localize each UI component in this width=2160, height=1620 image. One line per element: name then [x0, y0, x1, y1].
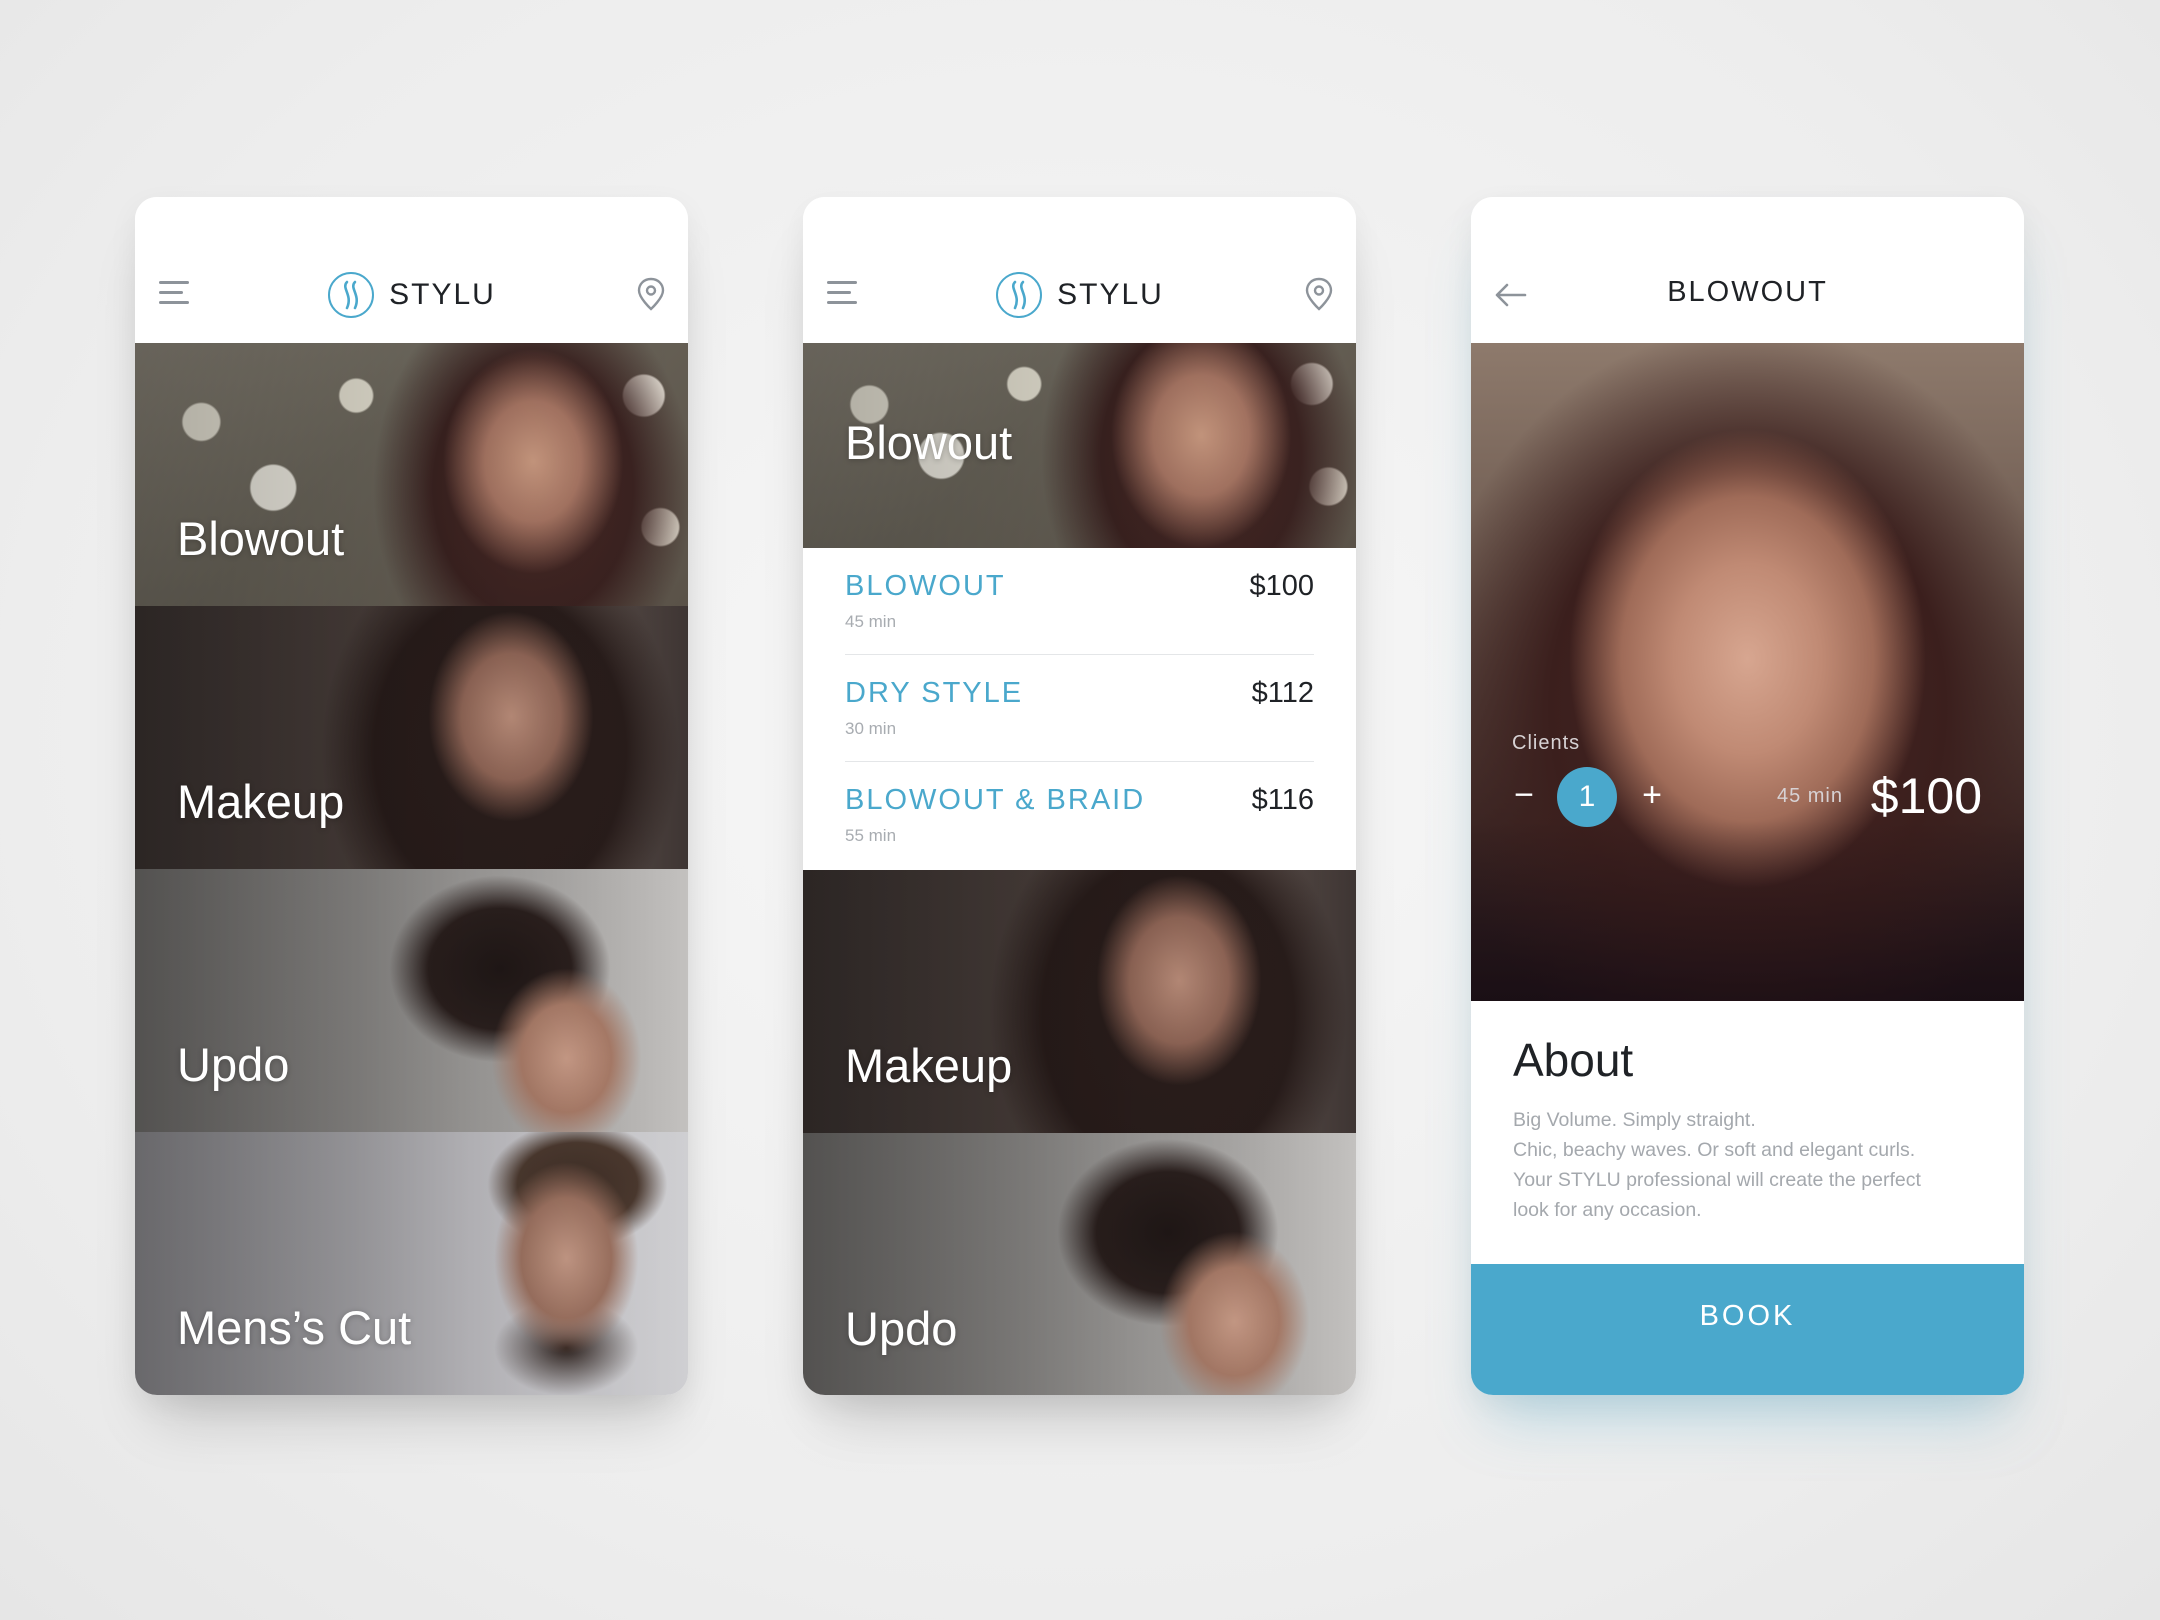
service-item-blowout[interactable]: BLOWOUT 45 min $100	[845, 548, 1314, 655]
app-header: STYLU	[135, 197, 688, 343]
about-line: Your STYLU professional will create the …	[1513, 1169, 1921, 1191]
about-line: Chic, beachy waves. Or soft and elegant …	[1513, 1139, 1916, 1161]
brand: STYLU	[803, 271, 1356, 321]
decrease-clients-button[interactable]: −	[1509, 778, 1539, 812]
category-label: Updo	[845, 1302, 958, 1355]
stylu-logo-icon	[328, 272, 375, 318]
service-name: DRY STYLE	[845, 677, 1024, 709]
home-screen: STYLU Blowout Makeup Updo Mens’s Cut	[135, 197, 688, 1395]
service-duration: 30 min	[845, 719, 897, 738]
increase-clients-button[interactable]: +	[1637, 778, 1667, 812]
category-label: Updo	[177, 1038, 290, 1091]
brand-name: STYLU	[389, 278, 496, 311]
service-item-dry-style[interactable]: DRY STYLE 30 min $112	[845, 655, 1314, 762]
category-tile-blowout[interactable]: Blowout	[135, 343, 688, 606]
client-count-badge: 1	[1557, 767, 1617, 827]
service-list: BLOWOUT 45 min $100 DRY STYLE 30 min $11…	[803, 548, 1356, 870]
category-tile-updo[interactable]: Updo	[135, 869, 688, 1132]
clients-label: Clients	[1512, 732, 1581, 754]
page-title: BLOWOUT	[1667, 276, 1828, 308]
hero-image	[1471, 343, 2024, 1001]
service-detail-screen: BLOWOUT Clients − 1 + 45 min $100 About …	[1471, 197, 2024, 1395]
category-tile-updo[interactable]: Updo	[803, 1133, 1356, 1395]
service-duration: 45 min	[845, 612, 897, 631]
service-duration: 55 min	[845, 826, 897, 845]
service-price: $112	[1251, 677, 1314, 709]
service-price: $100	[1249, 570, 1314, 602]
category-expanded-screen: STYLU Blowout BLOWOUT 45 min $100 DRY ST…	[803, 197, 1356, 1395]
category-label: Makeup	[845, 1039, 1013, 1092]
category-tile-makeup[interactable]: Makeup	[803, 870, 1356, 1133]
location-pin-icon[interactable]	[1304, 277, 1334, 311]
service-name: BLOWOUT	[845, 570, 1006, 602]
stylu-logo-icon	[996, 272, 1043, 318]
location-pin-icon[interactable]	[636, 277, 666, 311]
category-tile-mens-cut[interactable]: Mens’s Cut	[135, 1132, 688, 1395]
category-label: Mens’s Cut	[177, 1301, 412, 1354]
about-heading: About	[1513, 1034, 1634, 1086]
brand: STYLU	[135, 271, 688, 321]
category-tile-blowout[interactable]: Blowout	[803, 343, 1356, 548]
service-name: BLOWOUT & BRAID	[845, 784, 1146, 816]
service-price: $116	[1251, 784, 1314, 816]
category-label: Blowout	[845, 416, 1013, 469]
app-header: STYLU	[803, 197, 1356, 343]
about-line: look for any occasion.	[1513, 1199, 1702, 1221]
service-duration: 45 min	[1776, 785, 1843, 807]
detail-header: BLOWOUT	[1471, 197, 2024, 343]
service-item-blowout-braid[interactable]: BLOWOUT & BRAID 55 min $116	[845, 762, 1314, 869]
service-price: $100	[1870, 768, 1982, 824]
about-line: Big Volume. Simply straight.	[1513, 1109, 1756, 1131]
book-button[interactable]: BOOK	[1471, 1264, 2024, 1395]
category-label: Blowout	[177, 512, 345, 565]
category-tile-makeup[interactable]: Makeup	[135, 606, 688, 869]
category-label: Makeup	[177, 775, 345, 828]
brand-name: STYLU	[1057, 278, 1164, 311]
about-description: Big Volume. Simply straight. Chic, beach…	[1513, 1105, 1993, 1225]
